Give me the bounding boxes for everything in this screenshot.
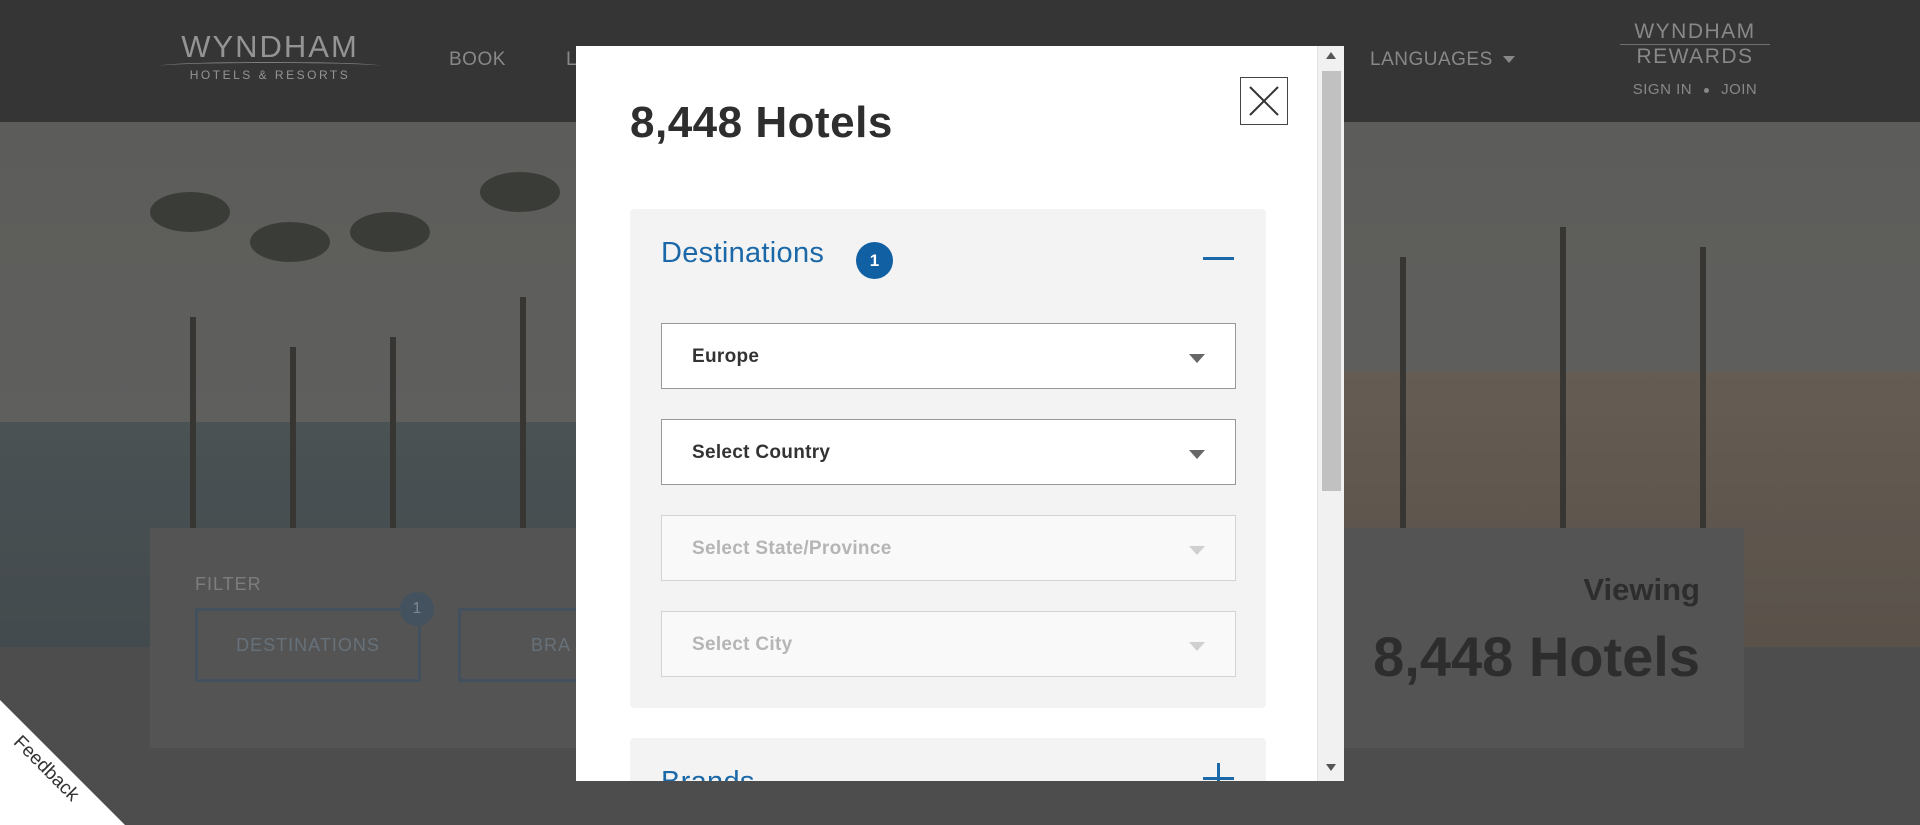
minus-icon[interactable]	[1203, 257, 1234, 260]
feedback-tab[interactable]: Feedback	[0, 700, 125, 825]
destinations-section-title[interactable]: Destinations	[661, 237, 824, 270]
close-button[interactable]	[1240, 77, 1288, 125]
feedback-triangle	[0, 700, 125, 825]
state-select: Select State/Province	[661, 515, 1236, 581]
scrollbar-thumb[interactable]	[1322, 71, 1341, 491]
plus-icon-horizontal	[1203, 777, 1234, 780]
caret-down-icon	[1189, 354, 1205, 363]
state-select-value: Select State/Province	[692, 538, 892, 559]
region-select-value: Europe	[692, 346, 760, 367]
country-select-value: Select Country	[692, 442, 831, 463]
plus-icon[interactable]	[1203, 763, 1234, 781]
destinations-selected-badge: 1	[856, 242, 893, 279]
modal-scrollbar[interactable]	[1317, 46, 1344, 781]
region-select[interactable]: Europe	[661, 323, 1236, 389]
city-select: Select City	[661, 611, 1236, 677]
modal-title: 8,448 Hotels	[630, 98, 893, 147]
caret-down-icon	[1189, 642, 1205, 651]
city-select-value: Select City	[692, 634, 793, 655]
brands-section: Brands	[630, 738, 1266, 781]
scroll-up-arrow-icon[interactable]	[1326, 52, 1336, 59]
close-icon	[1249, 86, 1279, 116]
scroll-down-arrow-icon[interactable]	[1326, 764, 1336, 771]
filter-modal: 8,448 Hotels Destinations 1 Europe Selec…	[576, 46, 1344, 781]
brands-section-title[interactable]: Brands	[661, 766, 755, 781]
country-select[interactable]: Select Country	[661, 419, 1236, 485]
caret-down-icon	[1189, 546, 1205, 555]
caret-down-icon	[1189, 450, 1205, 459]
destinations-section: Destinations 1 Europe Select Country Sel…	[630, 209, 1266, 708]
